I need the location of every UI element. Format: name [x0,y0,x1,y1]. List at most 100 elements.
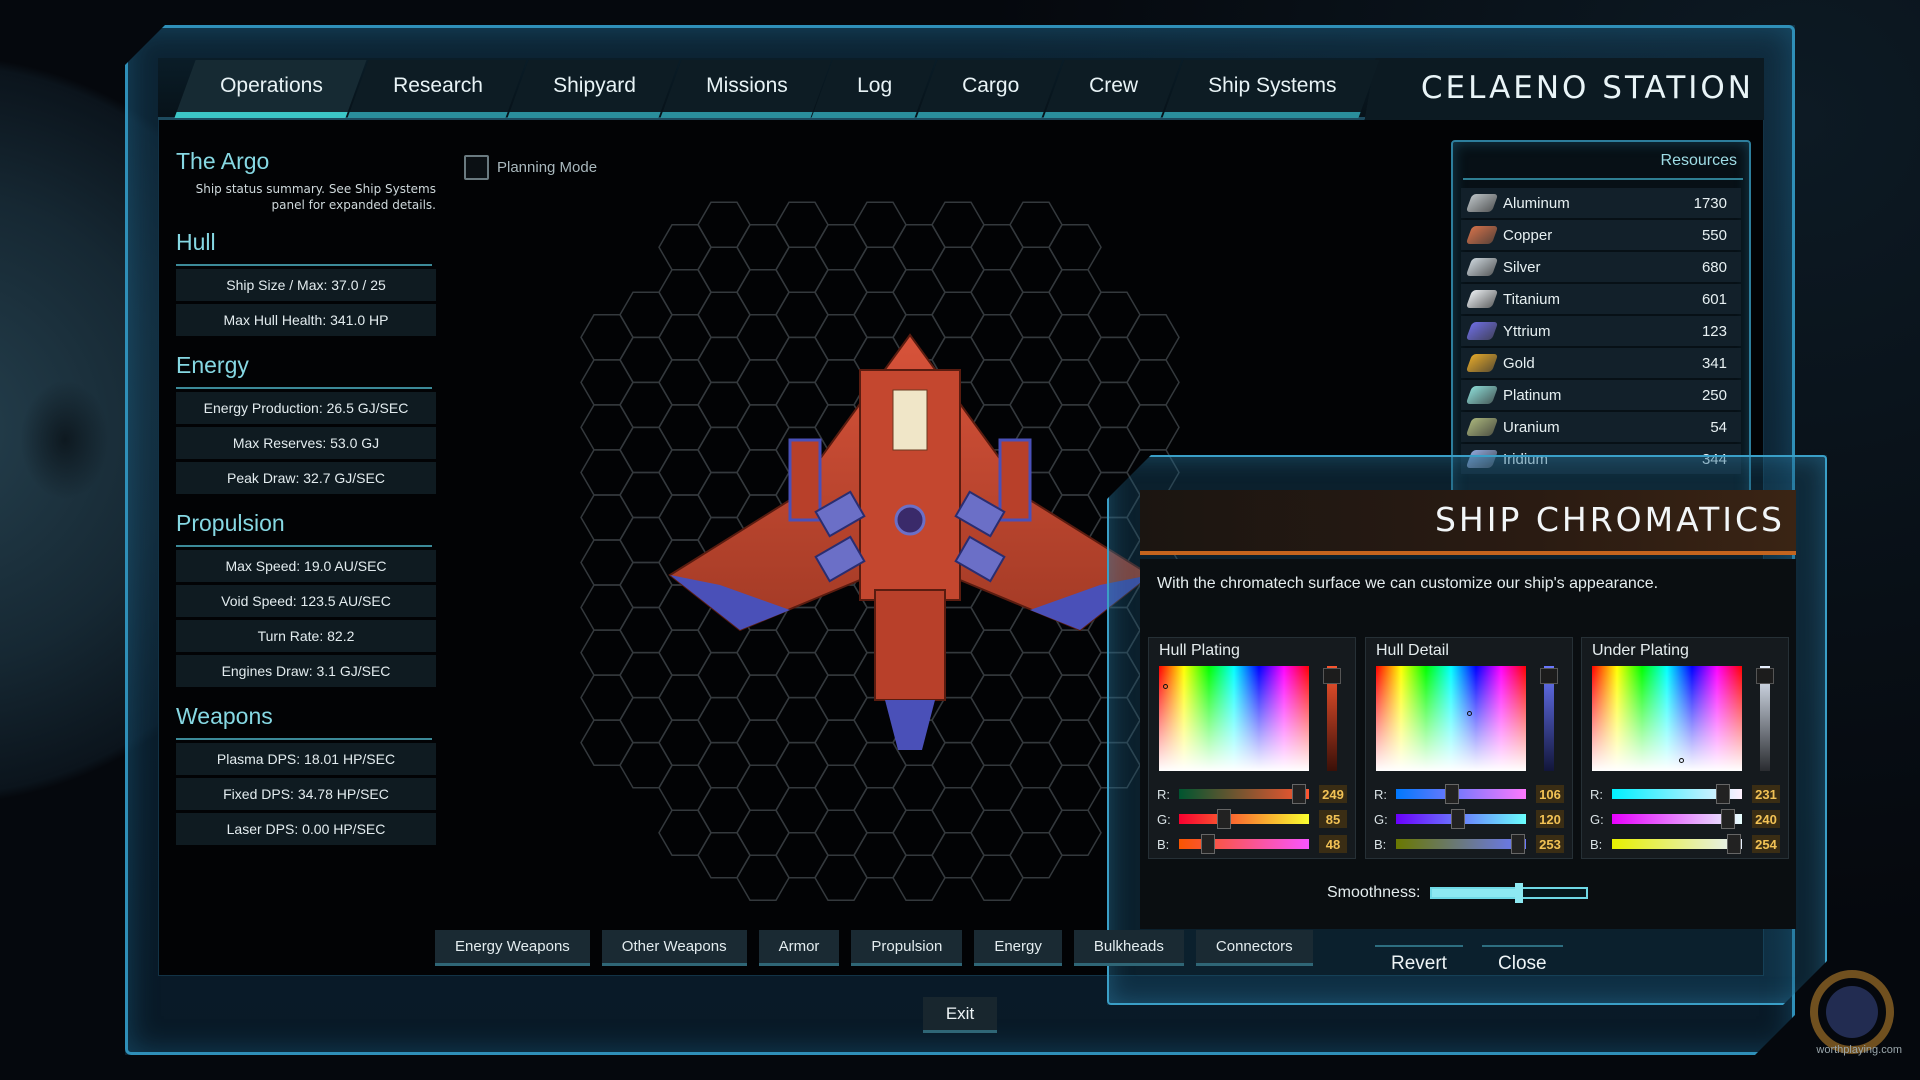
category-button-armor[interactable]: Armor [758,930,840,966]
channel-slider-knob[interactable] [1291,784,1306,804]
channel-slider-r[interactable] [1179,784,1309,804]
tab-research[interactable]: Research [347,60,527,118]
hex-cell[interactable] [892,764,946,811]
hex-cell[interactable] [580,539,634,586]
hex-cell[interactable] [1009,246,1063,294]
channel-slider-knob[interactable] [1444,784,1459,804]
channel-slider-g[interactable] [1179,809,1309,829]
channel-slider-knob[interactable] [1510,834,1525,854]
channel-value-r[interactable]: 231 [1752,785,1780,803]
hex-cell[interactable] [814,764,868,811]
channel-value-g[interactable]: 240 [1752,810,1780,828]
tab-cargo[interactable]: Cargo [916,60,1064,118]
revert-button[interactable]: Revert [1375,945,1463,981]
hex-cell[interactable] [814,224,868,271]
channel-slider-knob[interactable] [1450,809,1465,829]
brightness-knob[interactable] [1756,668,1774,684]
hex-cell[interactable] [1009,831,1063,879]
hex-cell[interactable] [658,224,712,271]
channel-slider-knob[interactable] [1201,834,1216,854]
hex-cell[interactable] [1048,269,1102,316]
hex-cell[interactable] [736,224,790,271]
close-button[interactable]: Close [1482,945,1563,981]
category-button-connectors[interactable]: Connectors [1195,930,1313,966]
channel-slider-g[interactable] [1612,809,1742,829]
hex-cell[interactable] [970,809,1024,856]
hex-cell[interactable] [931,246,985,294]
hex-cell[interactable] [775,786,829,834]
hex-cell[interactable] [580,314,634,361]
planning-mode-checkbox[interactable] [464,155,489,180]
hex-cell[interactable] [970,764,1024,811]
hex-cell[interactable] [1009,201,1063,249]
channel-slider-r[interactable] [1396,784,1526,804]
hex-cell[interactable] [736,269,790,316]
hex-cell[interactable] [736,854,790,902]
hex-cell[interactable] [970,854,1024,902]
tab-shipyard[interactable]: Shipyard [507,60,680,118]
hex-cell[interactable] [931,831,985,879]
channel-slider-b[interactable] [1612,834,1742,854]
hex-cell[interactable] [775,201,829,249]
hex-cell[interactable] [736,764,790,811]
hex-cell[interactable] [1048,764,1102,811]
channel-slider-knob[interactable] [1721,809,1736,829]
channel-slider-g[interactable] [1396,809,1526,829]
channel-value-b[interactable]: 48 [1319,835,1347,853]
hex-cell[interactable] [580,674,634,721]
exit-button[interactable]: Exit [923,997,997,1033]
hex-cell[interactable] [814,854,868,902]
color-selector-dot[interactable] [1679,758,1684,763]
hex-cell[interactable] [658,764,712,811]
hex-cell[interactable] [697,831,751,879]
channel-slider-b[interactable] [1396,834,1526,854]
hex-cell[interactable] [697,246,751,294]
category-button-bulkheads[interactable]: Bulkheads [1073,930,1184,966]
hex-cell[interactable] [658,809,712,856]
hex-cell[interactable] [775,246,829,294]
hex-cell[interactable] [580,449,634,496]
channel-value-b[interactable]: 253 [1536,835,1564,853]
channel-slider-knob[interactable] [1217,809,1232,829]
hex-cell[interactable] [736,809,790,856]
hex-cell[interactable] [580,359,634,406]
hex-cell[interactable] [580,719,634,766]
hex-cell[interactable] [892,224,946,271]
hue-saturation-field[interactable] [1376,666,1526,771]
hex-cell[interactable] [658,269,712,316]
brightness-knob[interactable] [1540,668,1558,684]
hex-cell[interactable] [853,831,907,879]
channel-value-r[interactable]: 106 [1536,785,1564,803]
channel-value-r[interactable]: 249 [1319,785,1347,803]
brightness-knob[interactable] [1323,668,1341,684]
hex-cell[interactable] [580,494,634,541]
color-selector-dot[interactable] [1467,711,1473,716]
hue-saturation-field[interactable] [1159,666,1309,771]
category-button-energy-weapons[interactable]: Energy Weapons [435,930,590,966]
hex-cell[interactable] [970,269,1024,316]
hex-cell[interactable] [1009,786,1063,834]
category-button-other-weapons[interactable]: Other Weapons [601,930,747,966]
hex-cell[interactable] [892,809,946,856]
hue-saturation-field[interactable] [1592,666,1742,771]
hex-cell[interactable] [814,809,868,856]
color-selector-dot[interactable] [1163,684,1169,689]
hex-cell[interactable] [775,831,829,879]
tab-ship-systems[interactable]: Ship Systems [1162,60,1381,118]
ship-model[interactable] [660,330,1160,770]
hex-cell[interactable] [697,786,751,834]
hex-cell[interactable] [970,224,1024,271]
hex-cell[interactable] [697,201,751,249]
hex-cell[interactable] [892,854,946,902]
channel-slider-r[interactable] [1612,784,1742,804]
channel-slider-b[interactable] [1179,834,1309,854]
channel-value-g[interactable]: 85 [1319,810,1347,828]
hex-cell[interactable] [853,201,907,249]
smoothness-slider[interactable] [1430,883,1589,903]
tab-crew[interactable]: Crew [1043,60,1183,118]
category-button-propulsion[interactable]: Propulsion [851,930,963,966]
hex-cell[interactable] [580,404,634,451]
hex-cell[interactable] [814,269,868,316]
tab-log[interactable]: Log [811,60,936,118]
hex-cell[interactable] [580,629,634,676]
